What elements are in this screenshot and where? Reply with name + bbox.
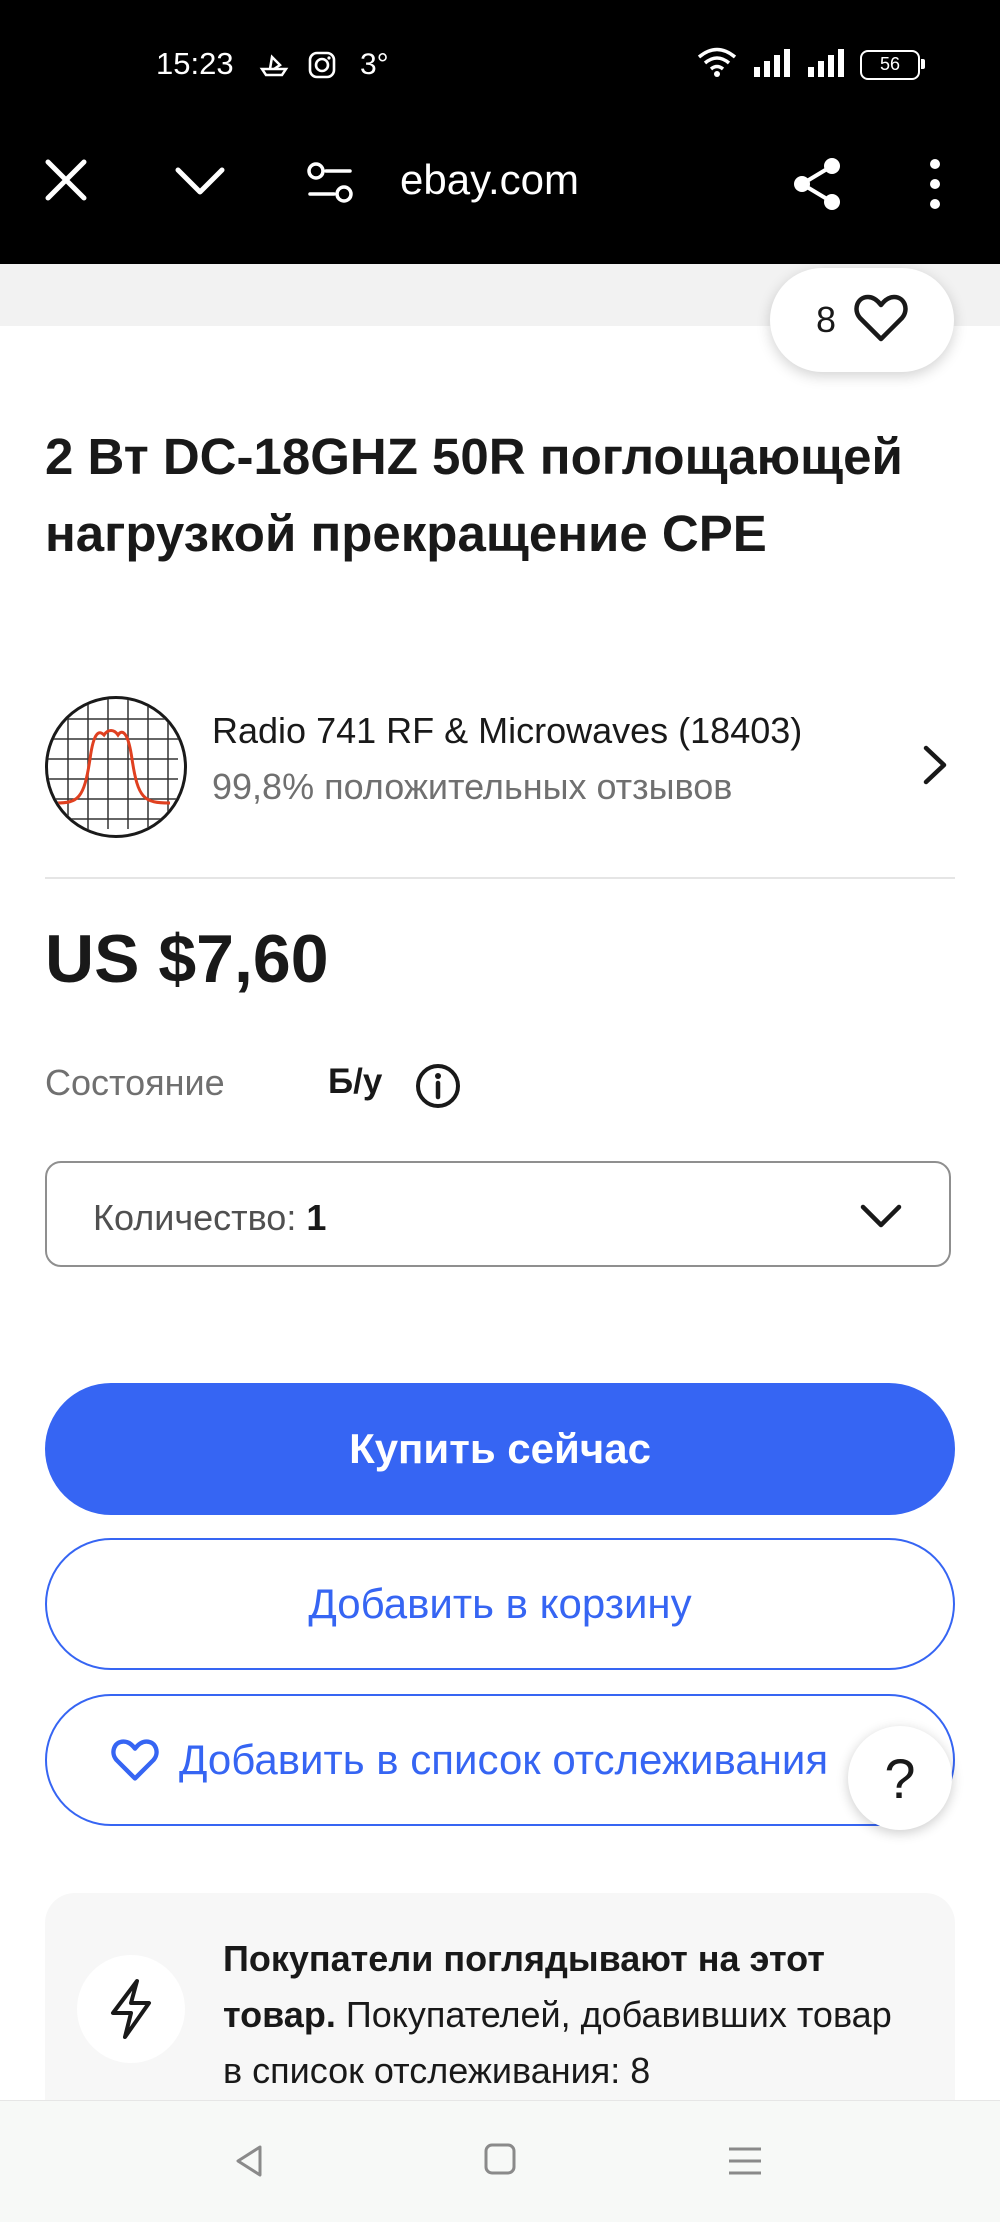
- status-icons-right: 56: [696, 46, 925, 83]
- add-to-cart-button[interactable]: Добавить в корзину: [45, 1538, 955, 1670]
- buy-now-button[interactable]: Купить сейчас: [45, 1383, 955, 1515]
- menu-icon[interactable]: [725, 2141, 765, 2181]
- price: US $7,60: [45, 921, 329, 997]
- quantity-value: 1: [306, 1197, 327, 1238]
- browser-toolbar: ebay.com: [0, 130, 1000, 240]
- url-text[interactable]: ebay.com: [400, 156, 579, 204]
- product-title: 2 Вт DC-18GHZ 50R поглощающей нагрузкой …: [45, 428, 903, 562]
- quantity-label-text: Количество:: [93, 1197, 307, 1238]
- chevron-down-icon[interactable]: [170, 154, 230, 210]
- info-icon[interactable]: [414, 1062, 462, 1110]
- close-icon[interactable]: [38, 152, 94, 208]
- chevron-right-icon[interactable]: [918, 742, 952, 788]
- quantity-select[interactable]: Количество: 1: [45, 1161, 951, 1267]
- heart-icon: [111, 1739, 159, 1781]
- help-button[interactable]: ?: [848, 1726, 952, 1830]
- signal-icon: [806, 47, 846, 82]
- tune-icon[interactable]: [306, 160, 356, 206]
- instagram-icon: [306, 49, 338, 81]
- condition-value: Б/у: [328, 1062, 383, 1101]
- wifi-icon: [696, 46, 738, 83]
- system-nav-bar: [0, 2100, 1000, 2222]
- share-icon[interactable]: [788, 154, 848, 214]
- status-temperature: 3°: [360, 48, 389, 81]
- seller-name[interactable]: Radio 741 RF & Microwaves (18403): [212, 710, 802, 752]
- status-time: 15:23: [156, 46, 234, 81]
- screen: 15:23 3° 56 ebay.com 8 2 Вт DC-18GHZ 50R…: [0, 0, 1000, 2222]
- condition-label: Состояние: [45, 1062, 225, 1103]
- seller-feedback: 99,8% положительных отзывов: [212, 766, 733, 807]
- lightning-icon: [77, 1955, 185, 2063]
- home-icon[interactable]: [482, 2141, 518, 2177]
- watch-count-button[interactable]: 8: [770, 268, 954, 372]
- signal-icon: [752, 47, 792, 82]
- battery-icon: 56: [860, 49, 925, 80]
- seller-avatar[interactable]: [45, 696, 187, 838]
- boat-icon: [258, 49, 290, 81]
- heart-icon: [854, 293, 908, 348]
- back-icon[interactable]: [230, 2141, 270, 2181]
- promo-text: Покупатели поглядывают на этот товар. По…: [223, 1931, 913, 2099]
- more-vert-icon[interactable]: [915, 154, 955, 214]
- status-icons-left: 3°: [258, 48, 389, 82]
- divider: [45, 877, 955, 879]
- add-to-watchlist-button[interactable]: Добавить в список отслеживания: [45, 1694, 955, 1826]
- add-to-watchlist-label: Добавить в список отслеживания: [179, 1736, 829, 1783]
- watch-count: 8: [815, 299, 837, 340]
- quantity-label: Количество: 1: [93, 1197, 326, 1239]
- top-bar: 15:23 3° 56 ebay.com: [0, 0, 1000, 264]
- chevron-down-icon: [859, 1201, 903, 1231]
